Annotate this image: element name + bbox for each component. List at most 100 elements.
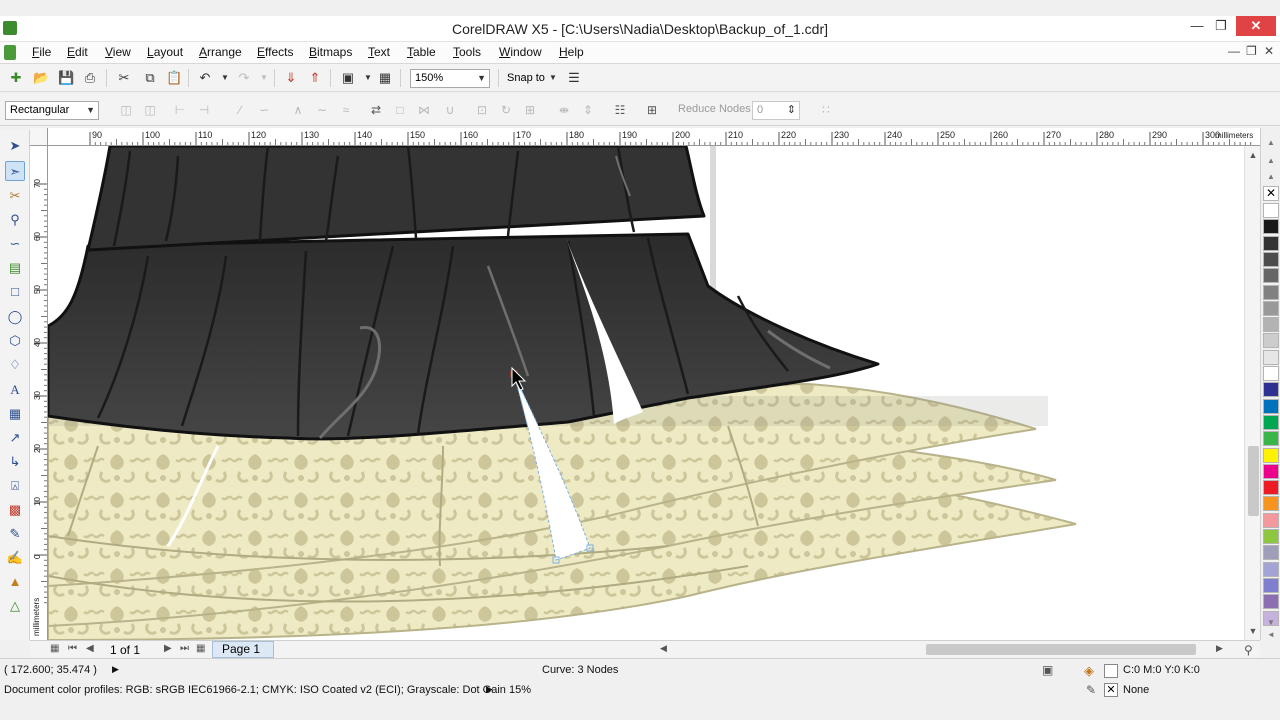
outline-none-swatch[interactable]: ✕ bbox=[1104, 683, 1118, 697]
close-curve-icon[interactable]: ∪ bbox=[442, 102, 458, 118]
page-tab[interactable]: Page 1 bbox=[212, 641, 274, 658]
no-color-swatch[interactable]: ✕ bbox=[1263, 186, 1279, 201]
reverse-direction-icon[interactable]: ⇄ bbox=[368, 102, 384, 118]
paste-icon[interactable]: 📋 bbox=[166, 70, 182, 86]
color-swatch[interactable] bbox=[1263, 561, 1279, 577]
palette-scroll-up-icon[interactable]: ▲ bbox=[1265, 172, 1277, 181]
undo-icon[interactable]: ↶ bbox=[197, 70, 213, 86]
delete-node-icon[interactable]: ◫ bbox=[142, 102, 158, 118]
vertical-scrollbar[interactable]: ▲ ▼ bbox=[1244, 146, 1260, 640]
shape-tool-icon[interactable]: ➣ bbox=[5, 161, 25, 181]
menu-arrange[interactable]: Arrange bbox=[199, 45, 242, 59]
redo-icon[interactable]: ↷ bbox=[236, 70, 252, 86]
color-swatch[interactable] bbox=[1263, 349, 1279, 365]
menu-view[interactable]: View bbox=[105, 45, 131, 59]
pick-tool-icon[interactable]: ➤ bbox=[5, 136, 25, 156]
reduce-nodes-spinbox[interactable]: 0 ⇕ bbox=[752, 101, 800, 120]
color-swatch[interactable] bbox=[1263, 203, 1279, 218]
menu-bitmaps[interactable]: Bitmaps bbox=[309, 45, 352, 59]
scroll-left-icon[interactable]: ◀ bbox=[660, 643, 667, 654]
menu-edit[interactable]: Edit bbox=[67, 45, 88, 59]
add-page-after-icon[interactable]: ▦ bbox=[196, 643, 205, 654]
rotate-nodes-icon[interactable]: ↻ bbox=[498, 102, 514, 118]
zoom-level-select[interactable]: 150% ▼ bbox=[410, 69, 490, 88]
color-swatch[interactable] bbox=[1263, 545, 1279, 561]
copy-icon[interactable]: ⧉ bbox=[142, 70, 158, 86]
color-swatch[interactable] bbox=[1263, 529, 1279, 544]
menu-effects[interactable]: Effects bbox=[257, 45, 293, 59]
scroll-up-icon[interactable]: ▲ bbox=[1247, 150, 1259, 160]
ruler-origin[interactable] bbox=[30, 128, 48, 146]
scroll-down-icon[interactable]: ▼ bbox=[1247, 626, 1259, 636]
fill-color-swatch[interactable] bbox=[1104, 664, 1118, 678]
first-page-icon[interactable]: ⏮ bbox=[68, 643, 77, 654]
palette-flyout-icon[interactable]: ◄ bbox=[1265, 630, 1277, 639]
stretch-nodes-icon[interactable]: ⊡ bbox=[474, 102, 490, 118]
reduce-nodes-label[interactable]: Reduce Nodes bbox=[678, 103, 751, 115]
export-icon[interactable]: ⇑ bbox=[307, 70, 323, 86]
menu-help[interactable]: Help bbox=[559, 45, 584, 59]
new-icon[interactable]: ✚ bbox=[8, 70, 24, 86]
open-icon[interactable]: 📂 bbox=[33, 70, 49, 86]
reflect-vertical-icon[interactable]: ⇕ bbox=[580, 102, 596, 118]
restore-button[interactable]: ❐ bbox=[1210, 16, 1232, 36]
coordinates-flyout-icon[interactable]: ▶ bbox=[112, 664, 119, 675]
select-all-nodes-icon[interactable]: ⊞ bbox=[644, 102, 660, 118]
vertical-ruler[interactable]: 70 60 50 40 30 20 10 0 millimeters bbox=[30, 146, 48, 640]
horizontal-ruler[interactable]: 90 100 110 120 130 140 150 160 170 180 190 200 210 22… bbox=[48, 128, 1260, 146]
zoom-navigator-icon[interactable]: ⚲ bbox=[1244, 643, 1253, 657]
color-swatch[interactable] bbox=[1263, 512, 1279, 528]
color-swatch[interactable] bbox=[1263, 577, 1279, 593]
color-proof-icon[interactable]: ▣ bbox=[1042, 663, 1053, 677]
document-color-profiles[interactable]: Document color profiles: RGB: sRGB IEC61… bbox=[4, 684, 531, 696]
symmetrical-node-icon[interactable]: ≈ bbox=[338, 102, 354, 118]
to-curve-icon[interactable]: ∽ bbox=[256, 102, 272, 118]
doc-close-icon[interactable]: ✕ bbox=[1264, 44, 1274, 58]
freehand-tool-icon[interactable]: ∽ bbox=[5, 234, 25, 254]
smart-fill-tool-icon[interactable]: ▤ bbox=[5, 258, 25, 278]
color-swatch[interactable] bbox=[1263, 366, 1279, 381]
doc-minimize-icon[interactable]: — bbox=[1228, 44, 1240, 58]
previous-page-icon[interactable]: ◀ bbox=[86, 643, 94, 654]
join-nodes-icon[interactable]: ⊢ bbox=[172, 102, 188, 118]
menu-window[interactable]: Window bbox=[499, 45, 542, 59]
color-swatch[interactable] bbox=[1263, 447, 1279, 463]
color-swatch[interactable] bbox=[1263, 251, 1279, 267]
color-swatch[interactable] bbox=[1263, 268, 1279, 284]
application-launcher-icon[interactable]: ▣ bbox=[340, 70, 356, 86]
next-page-icon[interactable]: ▶ bbox=[164, 643, 172, 654]
color-swatch[interactable] bbox=[1263, 414, 1279, 430]
palette-scroll-down-icon[interactable]: ▼ bbox=[1265, 618, 1277, 627]
blend-tool-icon[interactable]: ⍓ bbox=[5, 476, 25, 496]
minimize-button[interactable]: — bbox=[1186, 16, 1208, 36]
dimension-tool-icon[interactable]: ↗ bbox=[5, 428, 25, 448]
snap-to-button[interactable]: Snap to bbox=[507, 72, 545, 84]
palette-scroll-up-icon[interactable]: ▲ bbox=[1265, 156, 1277, 165]
color-swatch[interactable] bbox=[1263, 284, 1279, 300]
horizontal-scrollbar[interactable]: ◀ ▶ bbox=[658, 641, 1228, 658]
smooth-node-icon[interactable]: ∼ bbox=[314, 102, 330, 118]
horizontal-scroll-thumb[interactable] bbox=[926, 644, 1196, 655]
cut-icon[interactable]: ✂ bbox=[116, 70, 132, 86]
reflect-horizontal-icon[interactable]: ⇼ bbox=[556, 102, 572, 118]
color-swatch[interactable] bbox=[1263, 398, 1279, 414]
add-node-icon[interactable]: ◫ bbox=[118, 102, 134, 118]
launcher-dropdown-icon[interactable]: ▼ bbox=[360, 70, 376, 86]
extract-subpath-icon[interactable]: ⋈ bbox=[416, 102, 432, 118]
select-all-nodes-icon[interactable]: ∷ bbox=[818, 102, 834, 118]
elastic-mode-icon[interactable]: ☷ bbox=[612, 102, 628, 118]
cusp-node-icon[interactable]: ∧ bbox=[290, 102, 306, 118]
connector-tool-icon[interactable]: ↳ bbox=[5, 452, 25, 472]
scroll-right-icon[interactable]: ▶ bbox=[1216, 643, 1223, 654]
zoom-tool-icon[interactable]: ⚲ bbox=[5, 210, 25, 230]
polygon-tool-icon[interactable]: ⬡ bbox=[5, 331, 25, 351]
menu-text[interactable]: Text bbox=[368, 45, 390, 59]
fill-tool-icon[interactable]: ▲ bbox=[5, 572, 25, 592]
color-swatch[interactable] bbox=[1263, 300, 1279, 316]
transparency-tool-icon[interactable]: ▩ bbox=[5, 500, 25, 520]
rectangle-tool-icon[interactable]: □ bbox=[5, 282, 25, 302]
save-icon[interactable]: 💾 bbox=[58, 70, 74, 86]
undo-dropdown-icon[interactable]: ▼ bbox=[217, 70, 233, 86]
add-page-before-icon[interactable]: ▦ bbox=[50, 643, 59, 654]
print-icon[interactable]: ⎙ bbox=[82, 70, 98, 86]
